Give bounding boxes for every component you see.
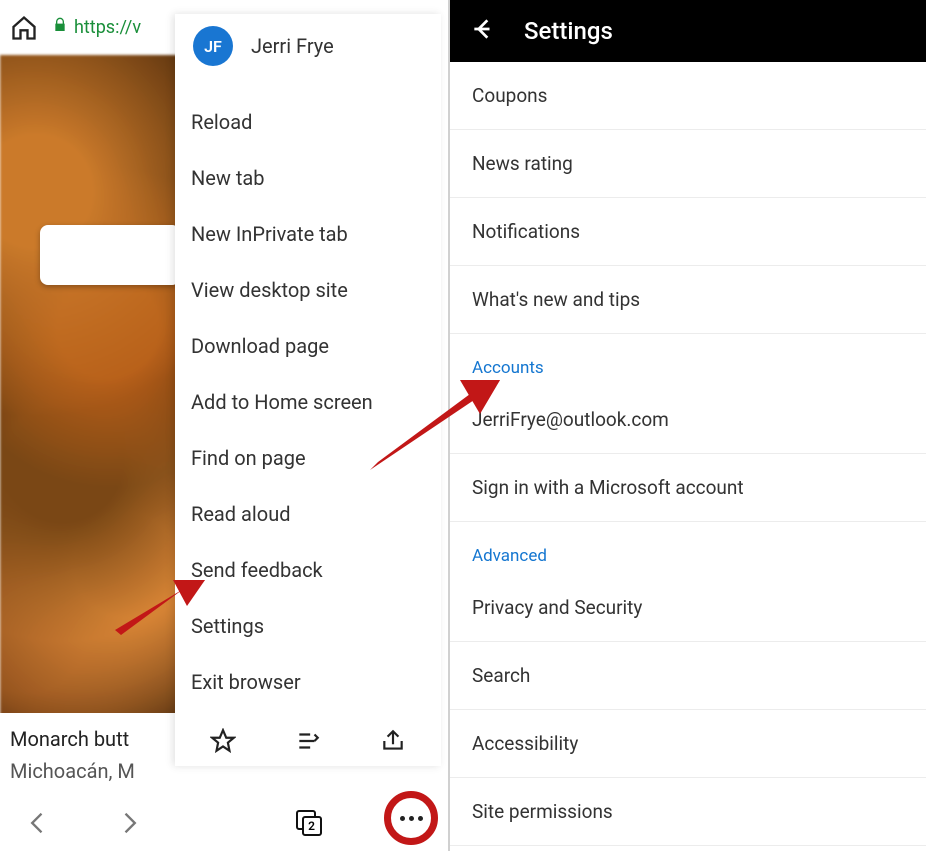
menu-item-new-inprivate-tab[interactable]: New InPrivate tab xyxy=(175,206,441,262)
page-caption: Monarch butt Michoacán, M xyxy=(0,713,180,791)
settings-screenshot-right: Settings Coupons News rating Notificatio… xyxy=(450,0,926,851)
settings-item-accessibility[interactable]: Accessibility xyxy=(450,710,926,778)
settings-item-search[interactable]: Search xyxy=(450,642,926,710)
menu-item-read-aloud[interactable]: Read aloud xyxy=(175,486,441,542)
user-name: Jerri Frye xyxy=(251,34,334,58)
menu-item-view-desktop-site[interactable]: View desktop site xyxy=(175,262,441,318)
settings-item-site-permissions[interactable]: Site permissions xyxy=(450,778,926,846)
menu-footer xyxy=(175,710,441,766)
share-icon[interactable] xyxy=(380,728,406,754)
menu-item-send-feedback[interactable]: Send feedback xyxy=(175,542,441,598)
section-header-advanced: Advanced xyxy=(450,522,926,574)
tabs-icon[interactable]: 2 xyxy=(296,810,322,836)
bottom-nav: 2 xyxy=(0,795,448,851)
menu-item-new-tab[interactable]: New tab xyxy=(175,150,441,206)
menu-user-row[interactable]: JF Jerri Frye xyxy=(175,14,441,94)
settings-item-account-email[interactable]: JerriFrye@outlook.com xyxy=(450,386,926,454)
annotation-arrow-accounts xyxy=(370,380,500,470)
tabs-count: 2 xyxy=(302,816,322,836)
page-search-box[interactable] xyxy=(40,225,180,285)
annotation-arrow-settings xyxy=(115,580,205,640)
more-icon xyxy=(400,816,423,821)
settings-item-notifications[interactable]: Notifications xyxy=(450,198,926,266)
back-arrow-icon[interactable] xyxy=(470,16,496,46)
menu-item-settings[interactable]: Settings xyxy=(175,598,441,654)
settings-item-sign-in[interactable]: Sign in with a Microsoft account xyxy=(450,454,926,522)
avatar: JF xyxy=(193,26,233,66)
forward-icon[interactable] xyxy=(115,809,143,837)
reading-list-icon[interactable] xyxy=(295,728,321,754)
browser-screenshot-left: https://v Monarch butt Michoacán, M JF J… xyxy=(0,0,450,851)
settings-title: Settings xyxy=(524,17,613,45)
settings-header: Settings xyxy=(450,0,926,62)
url-text[interactable]: https://v xyxy=(52,17,141,38)
url-value: https://v xyxy=(74,17,141,38)
settings-item-news-rating[interactable]: News rating xyxy=(450,130,926,198)
section-header-accounts: Accounts xyxy=(450,334,926,386)
menu-item-exit-browser[interactable]: Exit browser xyxy=(175,654,441,710)
lock-icon xyxy=(52,17,68,38)
home-icon[interactable] xyxy=(10,14,38,42)
caption-line-1: Monarch butt xyxy=(10,727,170,751)
settings-item-whats-new[interactable]: What's new and tips xyxy=(450,266,926,334)
menu-item-reload[interactable]: Reload xyxy=(175,94,441,150)
settings-item-privacy-security[interactable]: Privacy and Security xyxy=(450,574,926,642)
caption-line-2: Michoacán, M xyxy=(10,759,170,783)
back-icon[interactable] xyxy=(24,809,52,837)
menu-item-download-page[interactable]: Download page xyxy=(175,318,441,374)
more-button-highlight[interactable] xyxy=(384,791,438,845)
settings-item-coupons[interactable]: Coupons xyxy=(450,62,926,130)
settings-list[interactable]: Coupons News rating Notifications What's… xyxy=(450,62,926,851)
favorite-icon[interactable] xyxy=(210,728,236,754)
